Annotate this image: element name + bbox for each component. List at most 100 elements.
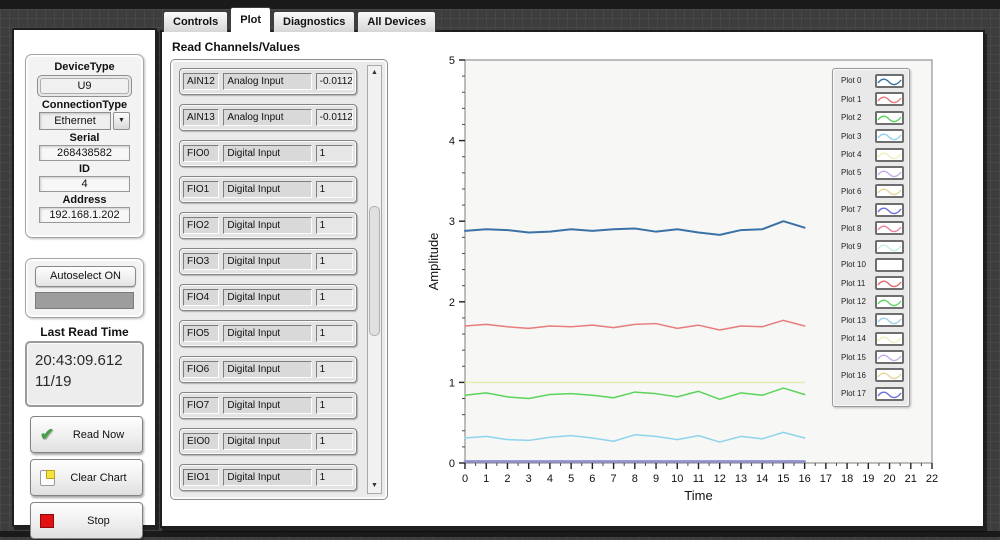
legend-entry[interactable]: Plot 5 (841, 164, 904, 181)
last-read-time-display: 20:43:09.612 11/19 (25, 341, 144, 407)
clear-chart-button[interactable]: Clear Chart (30, 459, 143, 496)
y-tick-label: 1 (449, 377, 455, 389)
legend-entry[interactable]: Plot 16 (841, 367, 904, 384)
device-panel: DeviceType U9 ConnectionType Ethernet ▼ … (12, 28, 157, 539)
plot-line-sample-icon (875, 276, 904, 291)
legend-entry-label: Plot 5 (841, 168, 862, 178)
x-tick-label: 13 (735, 473, 747, 485)
legend-entry[interactable]: Plot 9 (841, 238, 904, 255)
x-tick-label: 11 (693, 473, 704, 485)
serial-value[interactable]: 268438582 (39, 145, 130, 161)
address-value[interactable]: 192.168.1.202 (39, 207, 130, 223)
legend-entry-label: Plot 15 (841, 352, 866, 362)
device-type-field[interactable]: U9 (37, 75, 132, 97)
x-tick-label: 8 (632, 473, 638, 485)
stop-button[interactable]: Stop (30, 502, 143, 539)
x-tick-label: 6 (589, 473, 595, 485)
x-tick-label: 4 (547, 473, 553, 485)
stop-square-icon (40, 513, 54, 528)
legend-entry-label: Plot 16 (841, 370, 866, 380)
legend-entry[interactable]: Plot 4 (841, 146, 904, 163)
legend-entry-label: Plot 7 (841, 205, 862, 215)
serial-label: Serial (69, 132, 100, 144)
plot-legend[interactable]: Plot 0 Plot 1 Plot 2 Plot 3 Plot 4 Plot 5 Plot… (832, 68, 910, 407)
legend-entry[interactable]: Plot 15 (841, 349, 904, 366)
plot-line-sample-icon (875, 165, 904, 180)
tab-plot[interactable]: Plot (230, 7, 272, 32)
plot-line-sample-icon (875, 73, 904, 88)
plot-line-sample-icon (875, 147, 904, 162)
chevron-down-icon[interactable]: ▼ (113, 112, 130, 130)
legend-entry-label: Plot 10 (841, 260, 866, 270)
x-tick-label: 10 (671, 473, 683, 485)
y-tick-label: 4 (449, 136, 455, 148)
legend-entry[interactable]: Plot 0 (841, 72, 904, 89)
read-now-label: Read Now (72, 428, 125, 441)
x-tick-label: 17 (820, 473, 832, 485)
x-tick-label: 21 (905, 473, 917, 485)
legend-entry-label: Plot 6 (841, 186, 862, 196)
plot-line-sample-icon (875, 184, 904, 199)
plot-line-sample-icon (875, 129, 904, 144)
legend-entry[interactable]: Plot 13 (841, 312, 904, 329)
x-tick-label: 12 (714, 473, 726, 485)
legend-entry-label: Plot 4 (841, 150, 862, 160)
x-tick-label: 15 (777, 473, 789, 485)
device-info-group: DeviceType U9 ConnectionType Ethernet ▼ … (25, 54, 144, 238)
legend-entry-label: Plot 12 (841, 297, 866, 307)
plot-line-sample-icon (875, 331, 904, 346)
tab-bar: Controls Plot Diagnostics All Devices (163, 7, 438, 32)
plot-line-sample-icon (875, 350, 904, 364)
legend-entry-label: Plot 17 (841, 389, 866, 399)
read-now-button[interactable]: ✔ Read Now (30, 416, 143, 453)
legend-entry[interactable]: Plot 6 (841, 183, 904, 200)
legend-entry[interactable]: Plot 7 (841, 201, 904, 218)
legend-entry[interactable]: Plot 1 (841, 91, 904, 108)
legend-entry-label: Plot 2 (841, 113, 862, 123)
tab-all-devices[interactable]: All Devices (357, 11, 437, 32)
legend-entry-label: Plot 9 (841, 242, 862, 252)
connection-type-value[interactable]: Ethernet (39, 112, 111, 130)
address-label: Address (62, 194, 107, 206)
x-tick-label: 18 (841, 473, 853, 485)
id-label: ID (79, 163, 90, 175)
x-tick-label: 5 (568, 473, 574, 485)
x-tick-label: 9 (653, 473, 659, 485)
legend-entry[interactable]: Plot 2 (841, 109, 904, 126)
legend-entry-label: Plot 0 (841, 76, 862, 86)
plot-line-sample-icon (875, 368, 904, 383)
x-tick-label: 3 (526, 473, 532, 485)
legend-entry[interactable]: Plot 17 (841, 385, 904, 402)
x-tick-label: 2 (504, 473, 510, 485)
legend-entry[interactable]: Plot 11 (841, 275, 904, 292)
window-bottom-edge (0, 531, 1000, 537)
legend-entry[interactable]: Plot 12 (841, 293, 904, 310)
last-read-date-value: 11/19 (35, 373, 72, 390)
legend-entry-label: Plot 3 (841, 131, 862, 141)
tab-diagnostics[interactable]: Diagnostics (273, 11, 356, 32)
plot-line-sample-icon (875, 92, 904, 107)
legend-entry-label: Plot 1 (841, 94, 862, 104)
plot-line-sample-icon (875, 239, 904, 254)
legend-entry[interactable]: Plot 14 (841, 330, 904, 347)
stop-label: Stop (87, 514, 110, 527)
connection-type-dropdown[interactable]: Ethernet ▼ (39, 112, 130, 130)
plot-line-sample-icon (875, 110, 904, 125)
x-tick-label: 22 (926, 473, 938, 485)
x-tick-label: 0 (462, 473, 468, 485)
x-axis-title: Time (684, 488, 712, 503)
autoselect-button[interactable]: Autoselect ON (35, 266, 136, 287)
x-tick-label: 14 (756, 473, 768, 485)
clear-chart-label: Clear Chart (70, 471, 127, 484)
y-tick-label: 5 (449, 55, 455, 67)
legend-entry[interactable]: Plot 10 (841, 256, 904, 273)
checkmark-icon: ✔ (39, 424, 55, 444)
legend-entry[interactable]: Plot 8 (841, 220, 904, 237)
id-value[interactable]: 4 (39, 176, 130, 192)
plot-line-sample-icon (875, 313, 904, 328)
autoselect-indicator (35, 292, 134, 309)
plot-line-sample-icon (875, 257, 904, 272)
legend-entry[interactable]: Plot 3 (841, 128, 904, 145)
tab-controls[interactable]: Controls (163, 11, 229, 32)
legend-entry-label: Plot 13 (841, 315, 866, 325)
